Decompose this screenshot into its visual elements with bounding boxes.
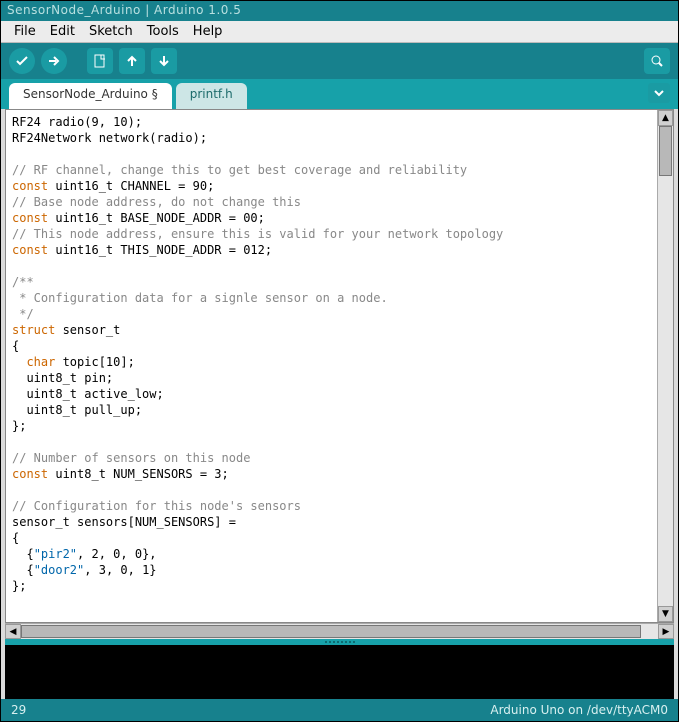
scroll-right-button[interactable]: ▶ (658, 624, 674, 639)
scroll-track[interactable] (21, 624, 658, 639)
check-icon (14, 53, 30, 69)
serial-monitor-icon (649, 53, 665, 69)
verify-button[interactable] (9, 48, 35, 74)
tab-label: SensorNode_Arduino § (23, 87, 158, 101)
menu-tools[interactable]: Tools (141, 22, 185, 41)
tab-label: printf.h (190, 87, 233, 101)
board-port: Arduino Uno on /dev/ttyACM0 (490, 703, 668, 717)
scroll-track[interactable] (658, 126, 673, 606)
tab-sensornode[interactable]: SensorNode_Arduino § (9, 83, 172, 109)
tab-printf[interactable]: printf.h (176, 83, 247, 109)
scroll-up-button[interactable]: ▲ (658, 110, 673, 126)
menubar: File Edit Sketch Tools Help (1, 21, 678, 43)
scroll-left-button[interactable]: ◀ (5, 624, 21, 639)
scroll-thumb[interactable] (21, 625, 641, 638)
editor-area: RF24 radio(9, 10); RF24Network network(r… (5, 109, 674, 623)
scroll-thumb[interactable] (659, 126, 672, 176)
scrollbar-vertical[interactable]: ▲ ▼ (657, 110, 673, 622)
toolbar (1, 43, 678, 79)
line-number: 29 (11, 703, 26, 717)
serial-monitor-button[interactable] (644, 48, 670, 74)
arrow-right-icon (46, 53, 62, 69)
scroll-down-button[interactable]: ▼ (658, 606, 673, 622)
new-button[interactable] (87, 48, 113, 74)
open-button[interactable] (119, 48, 145, 74)
save-button[interactable] (151, 48, 177, 74)
window-title-text: SensorNode_Arduino | Arduino 1.0.5 (7, 3, 241, 17)
app-window: SensorNode_Arduino | Arduino 1.0.5 File … (0, 0, 679, 722)
arrow-up-icon (124, 53, 140, 69)
code-editor[interactable]: RF24 radio(9, 10); RF24Network network(r… (6, 110, 657, 622)
menu-edit[interactable]: Edit (44, 22, 81, 41)
file-icon (92, 53, 108, 69)
statusbar: 29 Arduino Uno on /dev/ttyACM0 (1, 699, 678, 721)
menu-sketch[interactable]: Sketch (83, 22, 139, 41)
arrow-down-icon (156, 53, 172, 69)
menu-help[interactable]: Help (187, 22, 229, 41)
window-title: SensorNode_Arduino | Arduino 1.0.5 (1, 1, 678, 21)
menu-file[interactable]: File (8, 22, 42, 41)
console-output[interactable] (5, 645, 674, 699)
upload-button[interactable] (41, 48, 67, 74)
scrollbar-horizontal[interactable]: ◀ ▶ (5, 623, 674, 639)
tab-menu-button[interactable] (648, 83, 670, 103)
tabbar: SensorNode_Arduino § printf.h (1, 79, 678, 109)
chevron-down-icon (654, 88, 664, 98)
